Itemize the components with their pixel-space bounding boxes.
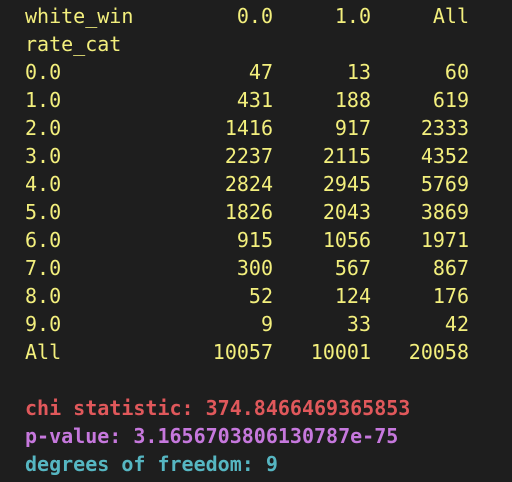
table-row: 2.0 1416 917 2333 bbox=[25, 114, 512, 142]
row-label: 5.0 bbox=[25, 200, 62, 224]
row-label: 1.0 bbox=[25, 88, 62, 112]
p-value-line: p-value: 3.1656703806130787e-75 bbox=[25, 424, 399, 448]
terminal-output: white_win 0.0 1.0 All rate_cat 0.0 47 13 60… bbox=[0, 0, 512, 482]
table-cell: 52 bbox=[248, 284, 273, 308]
table-cell: 4352 bbox=[420, 144, 469, 168]
table-cell: 10001 bbox=[310, 340, 371, 364]
table-cell: 567 bbox=[334, 256, 371, 280]
table-row: 1.0 431 188 619 bbox=[25, 86, 512, 114]
table-cell: 1416 bbox=[224, 116, 273, 140]
table-cell: 2824 bbox=[224, 172, 273, 196]
table-cell: 33 bbox=[346, 312, 371, 336]
table-row: 0.0 47 13 60 bbox=[25, 58, 512, 86]
table-cell: 13 bbox=[346, 60, 371, 84]
table-row: 4.0 2824 2945 5769 bbox=[25, 170, 512, 198]
row-label: 4.0 bbox=[25, 172, 62, 196]
header-col-1: 1.0 bbox=[334, 4, 371, 28]
row-label: 0.0 bbox=[25, 60, 62, 84]
row-label: 7.0 bbox=[25, 256, 62, 280]
chi-statistic-line: chi statistic: 374.8466469365853 bbox=[25, 396, 411, 420]
table-header-row: white_win 0.0 1.0 All bbox=[25, 2, 512, 30]
table-row: All 10057 10001 20058 bbox=[25, 338, 512, 366]
table-cell: 2043 bbox=[322, 200, 371, 224]
index-name-row: rate_cat bbox=[25, 30, 512, 58]
table-cell: 2115 bbox=[322, 144, 371, 168]
table-cell: 188 bbox=[334, 88, 371, 112]
table-cell: 3869 bbox=[420, 200, 469, 224]
table-cell: 124 bbox=[334, 284, 371, 308]
table-cell: 47 bbox=[248, 60, 273, 84]
table-cell: 1056 bbox=[322, 228, 371, 252]
table-cell: 176 bbox=[432, 284, 469, 308]
table-cell: 20058 bbox=[408, 340, 469, 364]
table-cell: 917 bbox=[334, 116, 371, 140]
table-cell: 60 bbox=[444, 60, 469, 84]
table-cell: 867 bbox=[432, 256, 469, 280]
table-row: 5.0 1826 2043 3869 bbox=[25, 198, 512, 226]
table-cell: 2333 bbox=[420, 116, 469, 140]
table-cell: 42 bbox=[444, 312, 469, 336]
table-cell: 915 bbox=[236, 228, 273, 252]
table-cell: 2945 bbox=[322, 172, 371, 196]
table-cell: 10057 bbox=[212, 340, 273, 364]
table-cell: 1971 bbox=[420, 228, 469, 252]
row-label: 6.0 bbox=[25, 228, 62, 252]
table-row: 6.0 915 1056 1971 bbox=[25, 226, 512, 254]
header-col-0: 0.0 bbox=[236, 4, 273, 28]
table-cell: 5769 bbox=[420, 172, 469, 196]
degrees-of-freedom-line: degrees of freedom: 9 bbox=[25, 452, 278, 476]
table-body: 0.0 47 13 60 1.0 431 188 619 2.0 1416 917 2333 3.0 22… bbox=[25, 58, 512, 366]
row-label: All bbox=[25, 340, 62, 364]
table-row: 8.0 52 124 176 bbox=[25, 282, 512, 310]
table-cell: 300 bbox=[236, 256, 273, 280]
row-label: 2.0 bbox=[25, 116, 62, 140]
table-cell: 619 bbox=[432, 88, 469, 112]
table-cell: 431 bbox=[236, 88, 273, 112]
table-row: 9.0 9 33 42 bbox=[25, 310, 512, 338]
header-col-all: All bbox=[432, 4, 469, 28]
table-row: 3.0 2237 2115 4352 bbox=[25, 142, 512, 170]
table-cell: 1826 bbox=[224, 200, 273, 224]
table-cell: 9 bbox=[260, 312, 273, 336]
row-label: 9.0 bbox=[25, 312, 62, 336]
header-label: white_win bbox=[25, 4, 134, 28]
table-cell: 2237 bbox=[224, 144, 273, 168]
row-label: 3.0 bbox=[25, 144, 62, 168]
row-label: 8.0 bbox=[25, 284, 62, 308]
table-row: 7.0 300 567 867 bbox=[25, 254, 512, 282]
index-name: rate_cat bbox=[25, 32, 122, 56]
